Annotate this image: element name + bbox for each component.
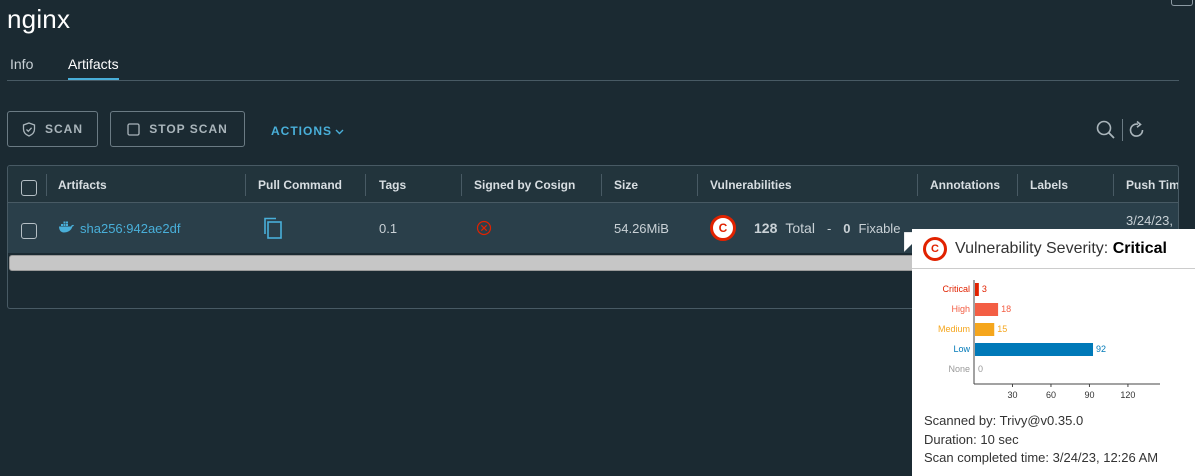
copy-icon[interactable] [263, 217, 283, 242]
column-separator [245, 174, 246, 196]
tab-info[interactable]: Info [10, 56, 33, 78]
column-separator [697, 174, 698, 196]
shield-icon [22, 121, 36, 137]
scan-duration: Duration: 10 sec [924, 432, 1019, 447]
chart-bar [975, 343, 1094, 356]
critical-severity-badge: C [710, 215, 736, 241]
column-header-vulnerabilities[interactable]: Vulnerabilities [710, 178, 792, 192]
chart-data-label: 3 [982, 284, 987, 294]
artifact-tag: 0.1 [379, 221, 398, 236]
column-header-pull-command[interactable]: Pull Command [258, 178, 342, 192]
chart-bar [975, 303, 999, 316]
chart-data-label: 18 [1001, 304, 1011, 314]
chart-bar [975, 323, 995, 336]
page-title: nginx [7, 4, 71, 34]
datagrid-header: Artifacts Pull Command Tags Signed by Co… [8, 166, 1178, 203]
chevron-down-icon [335, 124, 344, 138]
popover-title-severity: Critical [1112, 239, 1167, 257]
column-header-signed-by-cosign[interactable]: Signed by Cosign [474, 178, 575, 192]
vulnerability-popover: C Vulnerability Severity: Critical Criti… [912, 229, 1195, 476]
scan-button-label: SCAN [44, 122, 83, 136]
docker-icon [58, 221, 75, 236]
actions-label: ACTIONS [271, 124, 332, 138]
chart-category-label: Low [953, 344, 970, 354]
row-select-checkbox[interactable] [21, 223, 37, 239]
toolbar-divider [1122, 119, 1123, 141]
column-separator [461, 174, 462, 196]
actions-dropdown[interactable]: ACTIONS [271, 124, 344, 138]
chart-x-tick-label: 30 [1007, 390, 1017, 400]
column-separator [365, 174, 366, 196]
vuln-total-count: 128 [754, 220, 778, 236]
stop-square-icon [127, 122, 140, 136]
search-icon[interactable] [1096, 120, 1116, 145]
column-header-artifacts[interactable]: Artifacts [58, 178, 107, 192]
tab-bar: Info Artifacts [7, 53, 1179, 81]
vuln-fixable-count: 0 [843, 220, 851, 236]
column-separator [46, 174, 47, 196]
chart-category-label: High [951, 304, 970, 314]
artifact-digest-link[interactable]: sha256:942ae2df [58, 221, 180, 236]
select-all-checkbox[interactable] [21, 180, 37, 196]
window-corner-button[interactable] [1171, 0, 1193, 6]
popover-title: Vulnerability Severity: Critical [955, 240, 1167, 258]
column-separator [601, 174, 602, 196]
chart-category-label: Medium [938, 324, 970, 334]
column-header-tags[interactable]: Tags [379, 178, 406, 192]
column-header-annotations[interactable]: Annotations [930, 178, 1000, 192]
chart-data-label: 92 [1096, 344, 1106, 354]
popover-title-prefix: Vulnerability Severity: [955, 239, 1109, 257]
column-header-size[interactable]: Size [614, 178, 638, 192]
scanned-by: Scanned by: Trivy@v0.35.0 [924, 413, 1084, 428]
push-time: 3/24/23, [1126, 213, 1173, 228]
column-separator [1113, 174, 1114, 196]
popover-header: C Vulnerability Severity: Critical [912, 229, 1195, 269]
scan-completed-time: Scan completed time: 3/24/23, 12:26 AM [924, 450, 1159, 465]
column-separator [917, 174, 918, 196]
column-separator [1017, 174, 1018, 196]
chart-category-label: Critical [942, 284, 970, 294]
not-signed-icon [476, 220, 492, 239]
critical-severity-badge: C [923, 236, 947, 261]
severity-bar-chart: Critical 3 High 18 Medium 15 Low 92 None 0 30 60 90 1… [938, 280, 1160, 400]
vuln-total-label: Total [785, 220, 815, 236]
chart-x-tick-label: 120 [1120, 390, 1135, 400]
artifact-digest: sha256:942ae2df [80, 221, 181, 236]
chart-bar [975, 283, 979, 296]
artifact-size: 54.26MiB [614, 221, 669, 236]
stop-scan-button[interactable]: STOP SCAN [110, 111, 245, 147]
stop-scan-button-label: STOP SCAN [149, 122, 228, 136]
separator-dash: - [826, 220, 832, 236]
chart-data-label: 15 [997, 324, 1007, 334]
chart-data-label: 0 [978, 364, 983, 374]
tab-artifacts[interactable]: Artifacts [68, 56, 119, 80]
column-header-push-time[interactable]: Push Time [1126, 178, 1178, 192]
chart-x-tick-label: 60 [1046, 390, 1056, 400]
refresh-icon[interactable] [1128, 120, 1146, 145]
vulnerability-summary[interactable]: C 128 Total - 0 Fixable [710, 215, 900, 241]
column-header-labels[interactable]: Labels [1030, 178, 1068, 192]
chart-category-label: None [948, 364, 970, 374]
scan-button[interactable]: SCAN [7, 111, 98, 147]
vuln-fixable-label: Fixable [858, 220, 901, 236]
chart-x-tick-label: 90 [1084, 390, 1094, 400]
